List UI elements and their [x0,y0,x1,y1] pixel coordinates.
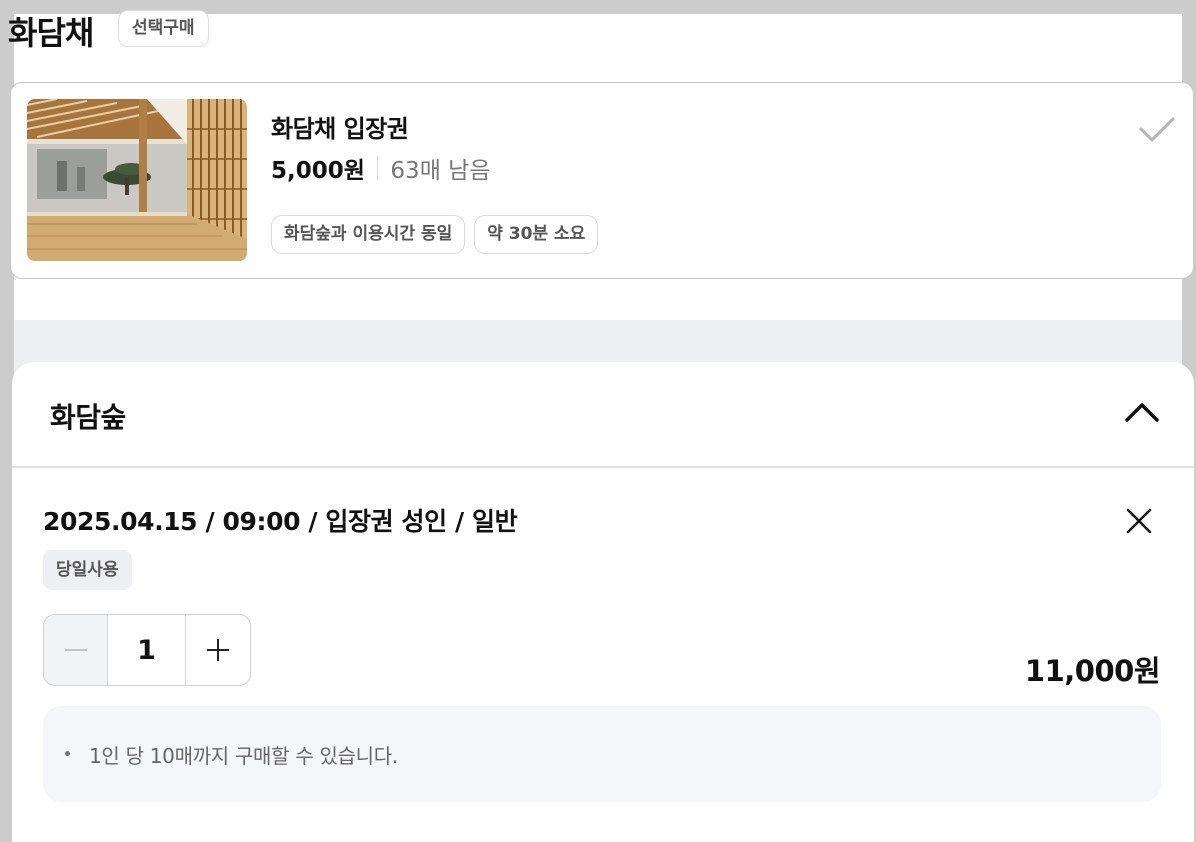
tag-usage-time: 화담숲과 이용시간 동일 [271,215,466,254]
usage-badge: 당일사용 [43,550,132,590]
ticket-price: 5,000원 [271,158,365,184]
checkmark-icon[interactable] [1137,109,1177,149]
page: 화담채 선택구매 화담채 입장권 5,000원 63매 남음 화담숲과 이용시간… [0,0,1196,842]
quantity-stepper: 1 [43,614,251,686]
ticket-thumbnail [27,99,247,261]
plus-icon [207,639,229,661]
sheet-title: 화담숲 [50,401,126,434]
notice-item: 1인 당 10매까지 구매할 수 있습니다. [65,740,398,769]
notice-box: 1인 당 10매까지 구매할 수 있습니다. [43,706,1161,802]
ticket-name: 화담채 입장권 [271,115,409,143]
sheet-divider [12,466,1194,468]
ticket-price-row: 5,000원 63매 남음 [271,151,490,185]
purchase-type-badge: 선택구매 [118,10,209,47]
tag-duration: 약 30분 소요 [474,215,599,254]
hanok-pavilion-image [27,99,247,261]
ticket-card[interactable]: 화담채 입장권 5,000원 63매 남음 화담숲과 이용시간 동일 약 30분… [10,82,1194,279]
total-price: 11,000원 [1024,654,1161,688]
section-title: 화담채 [8,14,94,52]
decrease-button[interactable] [44,615,108,685]
ticket-tags: 화담숲과 이용시간 동일 약 30분 소요 [271,215,599,254]
selection-sheet: 화담숲 2025.04.15 / 09:00 / 입장권 성인 / 일반 당일사… [12,362,1194,842]
selected-option-title: 2025.04.15 / 09:00 / 입장권 성인 / 일반 [43,507,518,536]
increase-button[interactable] [186,615,250,685]
quantity-value[interactable]: 1 [108,615,186,685]
close-icon[interactable] [1124,506,1154,536]
ticket-stock: 63매 남음 [390,158,491,184]
chevron-up-icon[interactable] [1124,398,1160,426]
price-divider [376,156,379,180]
minus-icon [64,649,87,651]
